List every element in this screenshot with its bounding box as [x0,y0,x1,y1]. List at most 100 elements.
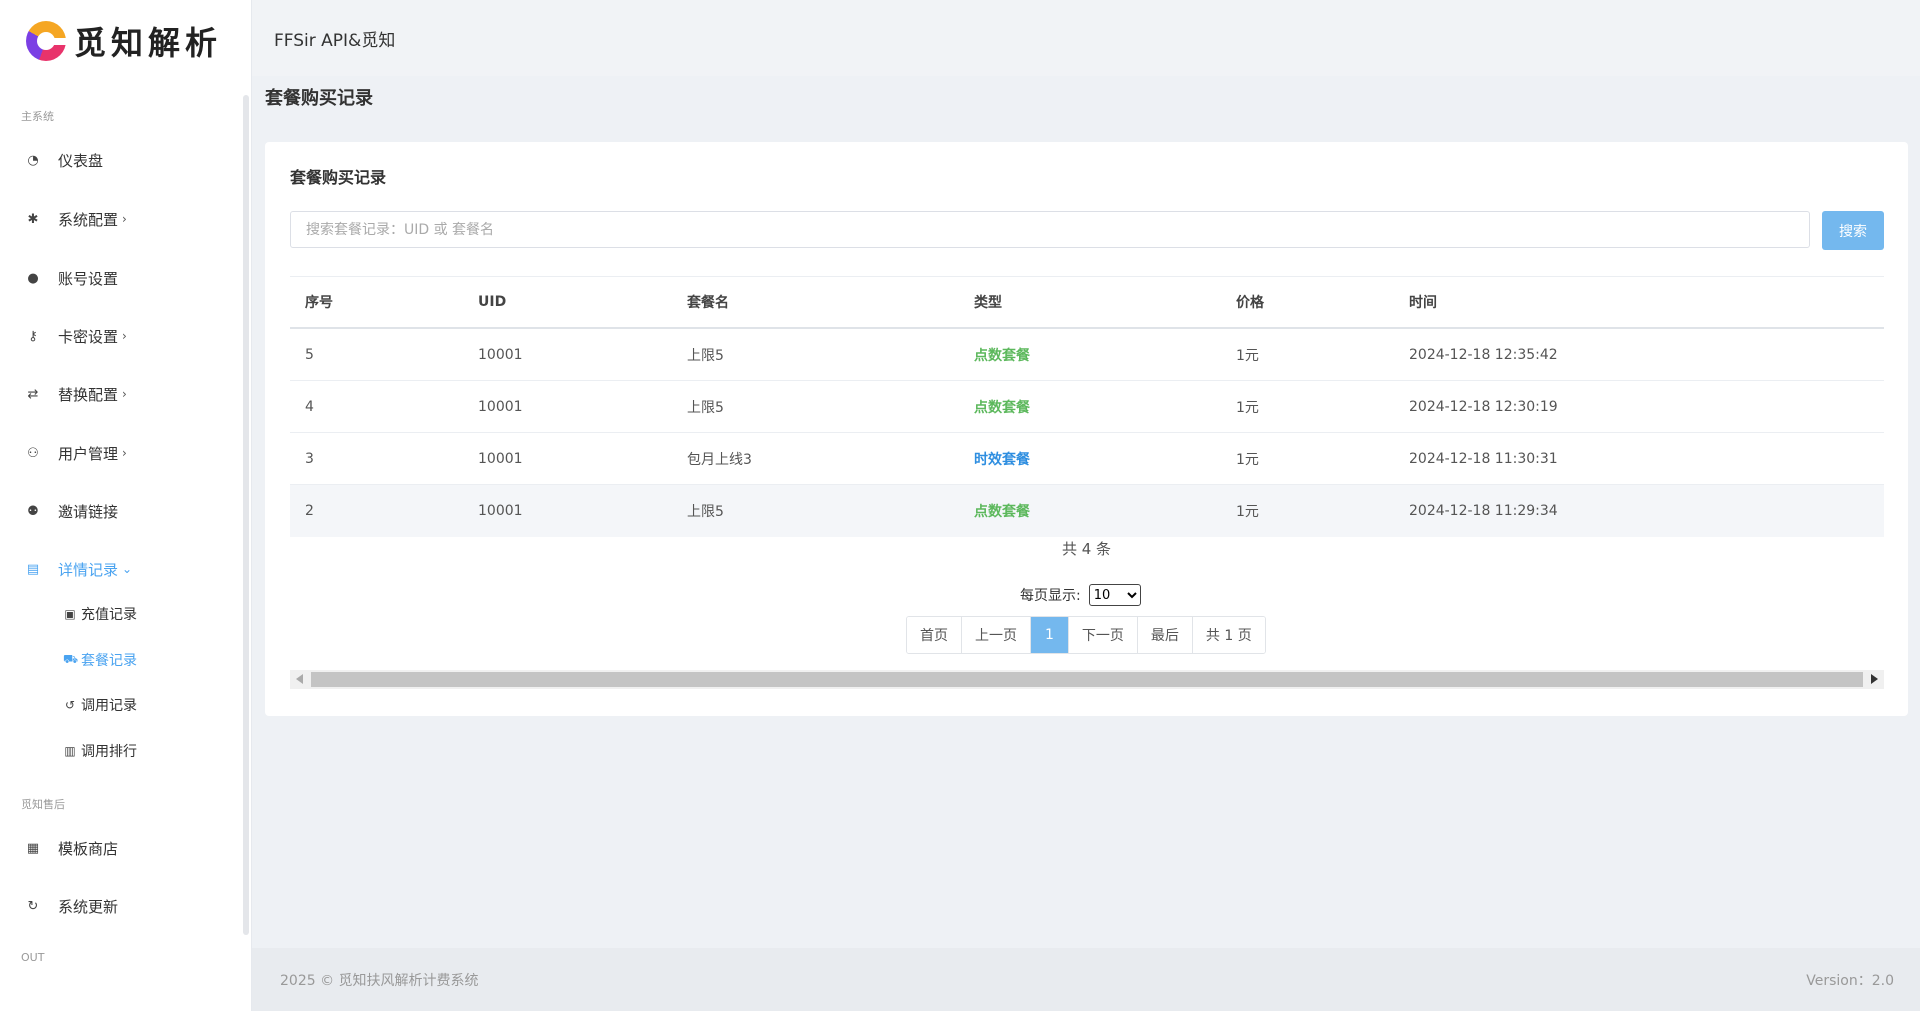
cell-time: 2024-12-18 11:29:34 [1409,503,1558,519]
sidebar-item-dashboard[interactable]: ◔ 仪表盘 [26,145,103,175]
cell-price: 1元 [1236,504,1259,520]
cell-uid: 10001 [478,346,523,363]
dashboard-icon: ◔ [27,152,39,168]
sidebar-subitem-label: 调用排行 [81,744,137,760]
cell-index: 3 [305,450,314,467]
sidebar-subitem-call-records[interactable]: ↺ 调用记录 [63,693,137,717]
top-header: FFSir API&觅知 [252,0,1920,76]
column-header-index[interactable]: 序号 [290,292,463,312]
header-title: FFSir API&觅知 [274,31,396,51]
sidebar-subitem-label: 充值记录 [81,607,137,623]
table-header-row: 序号 UID 套餐名 类型 价格 时间 [290,276,1884,329]
nav-section-out: OUT [21,951,45,964]
records-table: 序号 UID 套餐名 类型 价格 时间 5 10001 上限5 点数套餐 1元 … [290,276,1884,537]
table-row: 4 10001 上限5 点数套餐 1元 2024-12-18 12:30:19 [290,381,1884,433]
sidebar-subitem-package[interactable]: ⛟ 套餐记录 [63,648,137,672]
money-icon: ▣ [64,607,76,621]
sidebar-item-account[interactable]: ● 账号设置 [26,263,118,293]
column-header-type[interactable]: 类型 [959,292,1221,312]
per-page-select[interactable]: 10 [1088,584,1141,606]
scroll-left-icon[interactable] [296,674,303,684]
cell-package-name: 包月上线3 [687,451,752,468]
cell-time: 2024-12-18 11:30:31 [1409,450,1558,467]
sidebar-item-card-key[interactable]: ⚷ 卡密设置 › [26,321,127,351]
chevron-right-icon: › [122,212,127,226]
column-header-time[interactable]: 时间 [1394,292,1884,312]
sidebar-item-label: 替换配置 [58,385,119,404]
column-header-package-name[interactable]: 套餐名 [672,292,959,312]
cart-icon: ⛟ [63,652,79,666]
cell-uid: 10001 [478,450,523,467]
sidebar-subitem-label: 套餐记录 [81,653,137,669]
footer-copyright: 2025 © 觅知扶风解析计费系统 [280,973,479,989]
prev-page-button[interactable]: 上一页 [962,617,1031,653]
sidebar-item-label: 邀请链接 [58,502,119,521]
footer: 2025 © 觅知扶风解析计费系统 Version：2.0 [252,948,1920,1011]
search-input[interactable] [290,211,1810,248]
chevron-right-icon: › [122,446,127,460]
cell-package-name: 上限5 [687,347,724,364]
cell-uid: 10001 [478,398,523,415]
sidebar-item-system-config[interactable]: ✱ 系统配置 › [26,204,127,234]
sidebar-scrollbar[interactable] [243,95,249,935]
pagination: 首页 上一页 1 下一页 最后 共 1 页 [906,616,1266,654]
cell-type: 点数套餐 [974,399,1030,416]
cell-package-name: 上限5 [687,504,724,520]
cell-time: 2024-12-18 12:35:42 [1409,346,1558,363]
sidebar-item-label: 用户管理 [58,444,119,463]
sidebar-item-label: 账号设置 [58,269,119,288]
table-row: 2 10001 上限5 点数套餐 1元 2024-12-18 11:29:34 [290,485,1884,537]
brand-logo[interactable]: 觅知解析 [26,18,222,64]
sidebar-item-system-update[interactable]: ↻ 系统更新 [26,891,118,921]
sidebar-subitem-call-ranking[interactable]: ▥ 调用排行 [63,739,137,763]
scroll-right-icon[interactable] [1871,674,1878,684]
key-icon: ⚷ [28,328,38,344]
refresh-icon: ↻ [27,898,39,914]
scrollbar-thumb[interactable] [311,672,1863,687]
history-icon: ↺ [64,698,76,712]
page-count: 共 1 页 [1192,617,1265,653]
sidebar-item-label: 系统配置 [58,210,119,229]
cell-index: 4 [305,398,314,415]
first-page-button[interactable]: 首页 [907,617,962,653]
card-title: 套餐购买记录 [290,168,387,187]
total-count: 共 4 条 [1061,540,1112,558]
logo-icon [26,21,66,61]
page-title: 套餐购买记录 [265,88,373,109]
next-page-button[interactable]: 下一页 [1068,617,1138,653]
sidebar-item-invite[interactable]: ⚉ 邀请链接 [26,496,118,526]
column-header-uid[interactable]: UID [463,294,672,310]
per-page-control: 每页显示: 10 [1020,584,1141,606]
cell-type: 时效套餐 [974,451,1030,468]
users-icon: ⚇ [27,445,39,461]
sidebar-subitem-recharge[interactable]: ▣ 充值记录 [63,602,137,626]
sidebar-item-label: 仪表盘 [58,151,104,170]
table-row: 5 10001 上限5 点数套餐 1元 2024-12-18 12:35:42 [290,329,1884,381]
cell-price: 1元 [1236,399,1259,416]
search-button[interactable]: 搜索 [1822,211,1884,250]
horizontal-scrollbar[interactable] [290,670,1884,689]
per-page-label: 每页显示: [1020,588,1081,604]
sidebar-item-detail-records[interactable]: ▤ 详情记录 ⌄ [26,554,132,584]
sidebar-item-replace-config[interactable]: ⇄ 替换配置 › [26,379,127,409]
sidebar-item-label: 详情记录 [58,560,119,579]
gear-icon: ✱ [27,211,39,227]
cell-time: 2024-12-18 12:30:19 [1409,398,1558,415]
store-icon: ▦ [26,840,40,856]
sidebar-item-users[interactable]: ⚇ 用户管理 › [26,438,127,468]
cell-index: 5 [305,346,314,363]
table-row: 3 10001 包月上线3 时效套餐 1元 2024-12-18 11:30:3… [290,433,1884,485]
last-page-button[interactable]: 最后 [1137,617,1193,653]
records-card: 套餐购买记录 搜索 序号 UID 套餐名 类型 价格 时间 5 10001 上限… [265,142,1908,716]
footer-version: Version：2.0 [1806,973,1894,989]
sidebar-subitem-label: 调用记录 [81,698,137,714]
cell-type: 点数套餐 [974,504,1030,520]
cell-type: 点数套餐 [974,347,1030,364]
sidebar-item-template-store[interactable]: ▦ 模板商店 [26,833,118,863]
brand-name: 觅知解析 [74,24,223,62]
sidebar-item-label: 卡密设置 [58,327,119,346]
clipboard-icon: ▤ [26,561,40,577]
current-page-button[interactable]: 1 [1031,617,1069,653]
user-icon: ● [27,270,39,286]
column-header-price[interactable]: 价格 [1221,292,1394,312]
